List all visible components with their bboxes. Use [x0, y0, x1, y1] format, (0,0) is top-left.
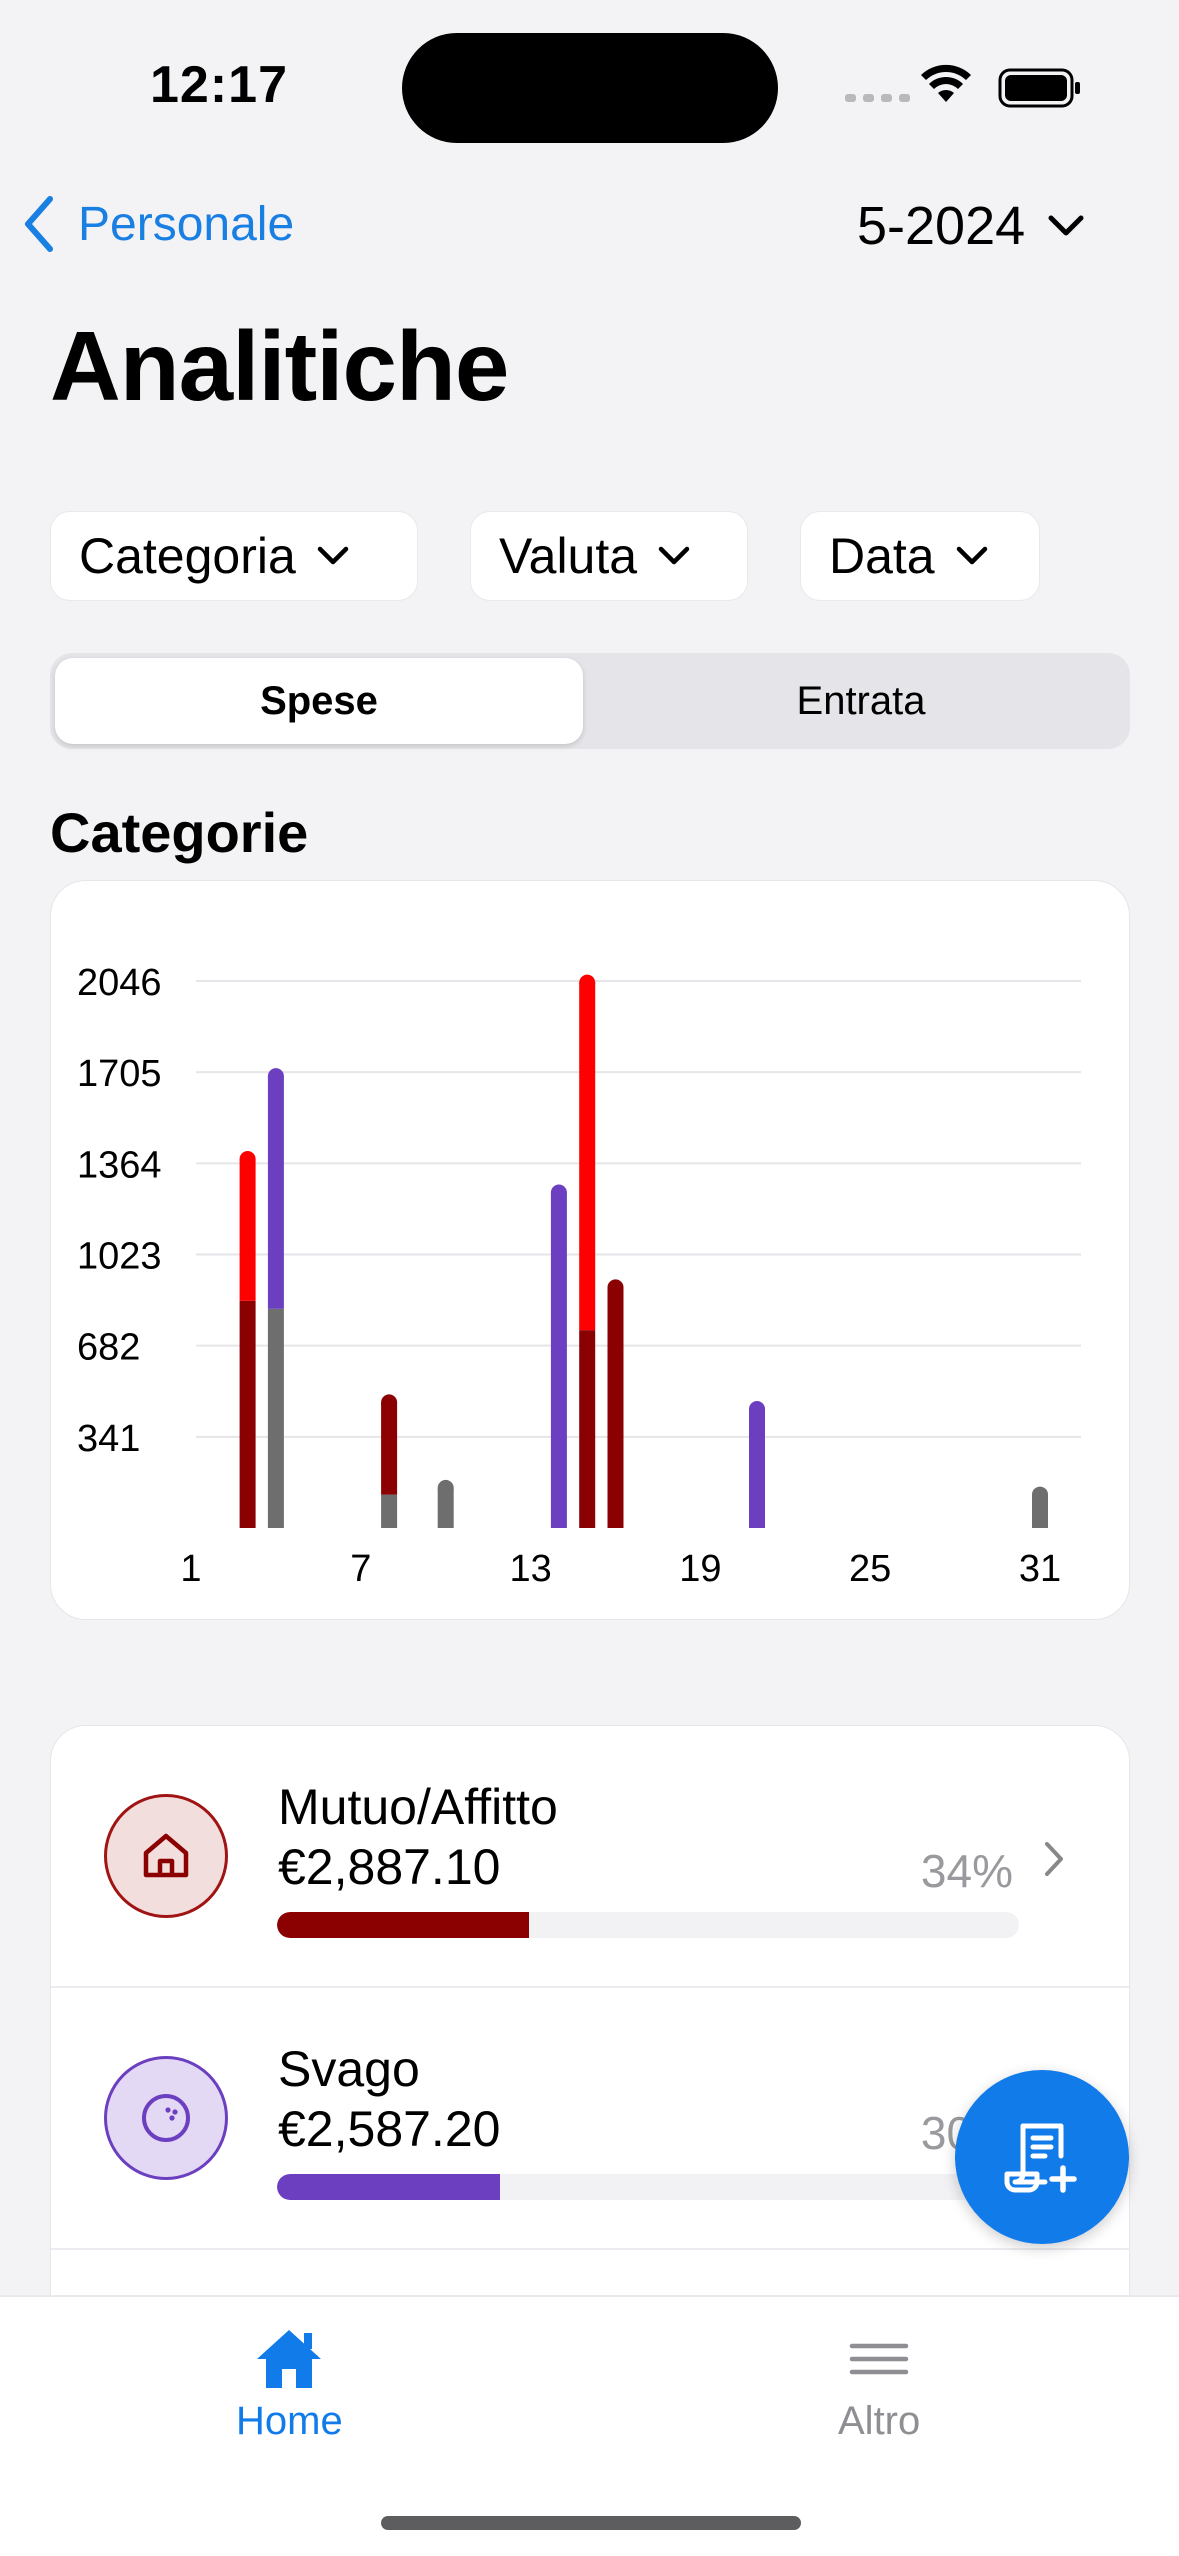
- chart-bar-cap: [381, 1394, 398, 1411]
- chart-bar-segment: [267, 1076, 284, 1309]
- add-transaction-button[interactable]: [955, 2070, 1129, 2244]
- chart-bar[interactable]: [749, 1401, 765, 1528]
- y-tick-label: 2046: [77, 962, 162, 1004]
- add-receipt-icon: [1004, 2123, 1077, 2193]
- chevron-down-icon: [658, 546, 690, 565]
- chart-bar-cap: [437, 1479, 454, 1496]
- chevron-down-icon: [956, 546, 987, 565]
- category-chart-card: 341 682 1023 1364 1705 2046 1 7 13 19 25 31: [50, 880, 1130, 1620]
- chart-bar-segment: [579, 982, 596, 1331]
- status-time: 12:17: [150, 56, 288, 114]
- tab-home[interactable]: Home: [236, 2327, 343, 2444]
- tab-home-label: Home: [236, 2399, 343, 2443]
- category-name: Mutuo/Affitto: [278, 1779, 558, 1835]
- chart-bar-segment: [381, 1494, 398, 1528]
- chart-bar[interactable]: [267, 1068, 284, 1528]
- y-tick-label: 1705: [77, 1053, 162, 1095]
- chart-bar[interactable]: [579, 974, 596, 1528]
- chart-bar-segment: [607, 1287, 624, 1528]
- chart-bar-cap: [239, 1151, 256, 1168]
- y-tick-label: 1364: [77, 1144, 162, 1186]
- category-progress-bar: [277, 2174, 1019, 2200]
- wifi-icon: [920, 64, 972, 109]
- filter-currency[interactable]: Valuta: [470, 511, 748, 601]
- x-tick-label: 19: [679, 1548, 721, 1590]
- tab-altro[interactable]: Altro: [838, 2327, 920, 2444]
- chart-bar-cap: [607, 1279, 624, 1296]
- filter-category[interactable]: Categoria: [50, 511, 418, 601]
- page-title: Analitiche: [50, 311, 509, 421]
- segment-income[interactable]: Entrata: [597, 658, 1125, 744]
- section-title: Categorie: [50, 801, 309, 864]
- chevron-down-icon: [1048, 215, 1084, 236]
- home-icon: [257, 2330, 322, 2388]
- y-tick-label: 1023: [77, 1236, 162, 1278]
- category-bar-chart: 341 682 1023 1364 1705 2046 1 7 13 19 25 31: [77, 962, 1081, 1590]
- filter-label: Categoria: [79, 528, 296, 584]
- period-selector[interactable]: 5-2024: [857, 195, 1085, 257]
- chart-bar[interactable]: [607, 1279, 624, 1528]
- x-tick-label: 25: [849, 1548, 891, 1590]
- category-progress-bar: [277, 1912, 1019, 1938]
- cellular-signal-icon: [845, 94, 910, 102]
- filter-date[interactable]: Data: [800, 511, 1040, 601]
- filter-label: Valuta: [499, 528, 638, 584]
- chart-bar-segment: [267, 1308, 284, 1528]
- chart-bar[interactable]: [1032, 1486, 1048, 1528]
- y-tick-label: 682: [77, 1327, 140, 1369]
- x-tick-label: 7: [350, 1548, 371, 1590]
- chart-bar-segment: [381, 1402, 398, 1495]
- chart-bar-cap: [550, 1184, 567, 1201]
- menu-icon: [849, 2343, 909, 2375]
- home-indicator: [381, 2516, 801, 2530]
- y-tick-label: 341: [77, 1418, 140, 1460]
- back-label: Personale: [78, 197, 295, 251]
- tab-altro-label: Altro: [838, 2399, 921, 2443]
- chart-bar[interactable]: [381, 1394, 398, 1528]
- bowling-ball-icon: [104, 2056, 228, 2180]
- type-segmented-control: Spese Entrata: [50, 653, 1130, 749]
- category-row-mutuo[interactable]: Mutuo/Affitto €2,887.10 34%: [51, 1726, 1129, 1988]
- category-progress-fill: [277, 2174, 500, 2200]
- category-amount: €2,587.20: [278, 2101, 501, 2157]
- house-icon: [104, 1794, 228, 1918]
- chart-bar-segment: [239, 1300, 256, 1528]
- chart-bar-segment: [239, 1159, 256, 1301]
- battery-icon: [998, 68, 1084, 113]
- chevron-right-icon: [1045, 1842, 1063, 1876]
- chart-bar-segment: [550, 1192, 567, 1528]
- chart-bar-cap: [579, 974, 596, 991]
- category-name: Svago: [278, 2041, 420, 2097]
- category-amount: €2,887.10: [278, 1839, 501, 1895]
- filter-label: Data: [829, 528, 935, 584]
- back-button[interactable]: Personale: [22, 195, 294, 253]
- chart-bar-segment: [579, 1330, 596, 1528]
- x-tick-label: 31: [1019, 1548, 1061, 1590]
- chart-bar[interactable]: [437, 1479, 454, 1528]
- x-tick-label: 13: [509, 1548, 551, 1590]
- chevron-down-icon: [317, 546, 349, 565]
- chevron-left-icon: [25, 196, 53, 252]
- chart-bar-cap: [1032, 1486, 1048, 1503]
- chart-bar-cap: [749, 1401, 765, 1418]
- period-label: 5-2024: [857, 196, 1026, 256]
- category-percent: 34%: [920, 1845, 1013, 1897]
- category-progress-fill: [277, 1912, 530, 1938]
- segment-expenses[interactable]: Spese: [55, 658, 583, 744]
- chart-bar-segment: [749, 1409, 765, 1528]
- chart-bar[interactable]: [550, 1184, 567, 1528]
- x-tick-label: 1: [180, 1548, 201, 1590]
- chart-bar-cap: [267, 1068, 284, 1085]
- dynamic-island: [402, 33, 778, 143]
- chart-bar[interactable]: [239, 1151, 256, 1528]
